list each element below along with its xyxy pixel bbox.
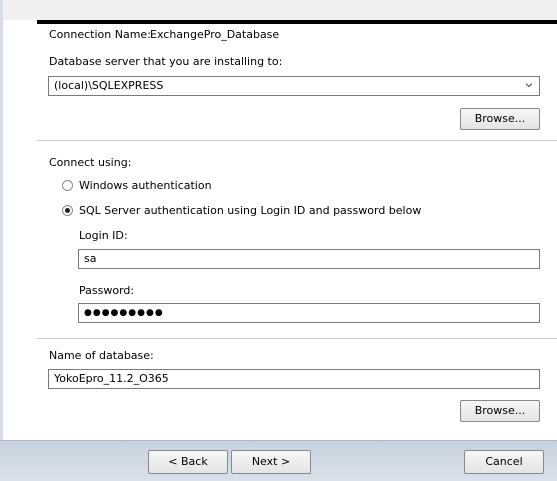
windows-auth-radio[interactable] [62,180,73,191]
connection-name-value: ExchangePro_Database [150,28,280,41]
server-browse-button[interactable]: Browse... [460,108,540,130]
sql-auth-label[interactable]: SQL Server authentication using Login ID… [79,204,421,218]
wizard-footer: < Back Next > Cancel [0,440,557,481]
connect-using-label: Connect using: [49,156,132,169]
next-button[interactable]: Next > [231,450,311,474]
panel-top-bar [37,20,557,24]
database-server-label: Database server that you are installing … [49,55,283,68]
database-server-dropdown[interactable]: (local)\SQLEXPRESS [48,76,540,96]
database-server-value: (local)\SQLEXPRESS [54,79,164,92]
database-name-input[interactable]: YokoEpro_11.2_O365 [48,369,540,389]
connection-name-label: Connection Name: [49,28,151,41]
password-input[interactable]: ●●●●●●●●● [78,303,540,323]
password-label: Password: [79,284,135,297]
window-left-border [0,0,3,480]
chevron-down-icon [525,83,533,88]
windows-auth-label[interactable]: Windows authentication [79,179,212,193]
window-top-area [0,0,557,20]
cancel-button[interactable]: Cancel [464,450,544,474]
database-browse-button[interactable]: Browse... [460,400,540,422]
sql-auth-radio[interactable] [62,205,73,216]
separator [37,338,557,339]
back-button[interactable]: < Back [148,450,228,474]
database-name-label: Name of database: [49,349,154,362]
separator [37,140,557,141]
login-id-label: Login ID: [79,229,128,242]
login-id-input[interactable]: sa [78,249,540,269]
